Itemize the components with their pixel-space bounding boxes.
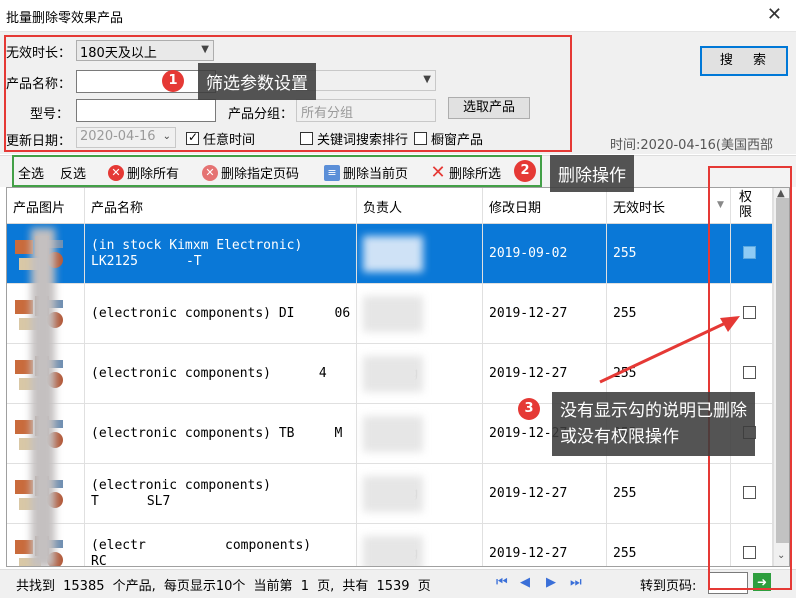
product-name-line1: (in stock Kimxm Electronic): [91, 238, 303, 253]
table-row[interactable]: (in stock Kimxm Electronic) LK2125 -T 2019-…: [7, 224, 773, 284]
permission-annotation-frame: [708, 166, 792, 590]
table-row[interactable]: (electronic components)TSL7zy g2019-12-2…: [7, 464, 773, 524]
time-text: 时间:2020-04-16(美国西部: [610, 138, 774, 153]
product-name-cell: (electr RC components): [85, 524, 357, 567]
modified-date-cell: 2019-12-27: [483, 524, 607, 566]
annotation-tip-3: 没有显示勾的说明已删除 或没有权限操作: [552, 392, 755, 456]
product-name-line2: LK2125 -T: [91, 254, 202, 269]
header-image[interactable]: 产品图片: [7, 188, 85, 224]
product-name-cell: (in stock Kimxm Electronic) LK2125 -T: [85, 224, 357, 284]
annotation-badge-3: 3: [518, 398, 540, 420]
modified-date-cell: 2019-12-27: [483, 464, 607, 524]
annotation-badge-2: 2: [514, 160, 536, 182]
redaction-blur: [363, 236, 423, 272]
product-name-cell: (electronic components) 4: [85, 344, 357, 404]
annotation-badge-1: 1: [162, 70, 184, 92]
window-title: 批量删除零效果产品: [6, 11, 124, 26]
title-bar: 批量删除零效果产品 ✕: [0, 0, 796, 32]
table-row[interactable]: (electronic components) DI06 zy2019-12-27…: [7, 284, 773, 344]
close-icon[interactable]: ✕: [767, 4, 782, 25]
owner-cell: zy g: [357, 464, 483, 524]
owner-cell: [357, 224, 483, 284]
search-button[interactable]: 搜 索: [700, 46, 788, 76]
goto-label: 转到页码:: [640, 579, 697, 594]
product-name-line1: (electronic components): [91, 478, 272, 493]
product-name-cell: (electronic components) TB M: [85, 404, 357, 464]
prev-page-icon[interactable]: ◀: [520, 575, 530, 590]
redaction-blur: [363, 296, 423, 332]
product-name-line2: RC: [91, 554, 107, 567]
owner-cell: zy g: [357, 524, 483, 566]
owner-cell: zy g: [357, 344, 483, 404]
header-owner[interactable]: 负责人: [357, 188, 483, 224]
redaction-blur: [31, 228, 55, 566]
product-name-line1: (electr: [91, 538, 146, 553]
annotation-tip-2: 删除操作: [550, 155, 634, 192]
next-page-icon[interactable]: ▶: [546, 575, 556, 590]
first-page-icon[interactable]: ⏮: [496, 575, 508, 590]
redaction-blur: [363, 356, 423, 392]
redaction-blur: [363, 416, 423, 452]
owner-cell: zy: [357, 284, 483, 344]
modified-date-cell: 2019-09-02: [483, 224, 607, 284]
modified-date-cell: 2019-12-27: [483, 284, 607, 344]
grid-header: 产品图片 产品名称 负责人 修改日期 无效时长 权限 ▼: [7, 188, 773, 224]
product-name-line1: (electronic components) TB M: [91, 426, 343, 441]
annotation-tip-1: 筛选参数设置: [198, 63, 316, 100]
product-name-line1: (electronic components) DI 06: [91, 306, 351, 321]
last-page-icon[interactable]: ⏭: [570, 575, 582, 590]
status-bar: 共找到 15385 个产品, 每页显示10个 当前第 1 页, 共有 1539 …: [0, 569, 796, 598]
pagination-info: 共找到 15385 个产品, 每页显示10个 当前第 1 页, 共有 1539 …: [16, 579, 431, 594]
redaction-blur: [363, 536, 423, 566]
product-name-cell: (electronic components) DI 06: [85, 284, 357, 344]
product-name-line1: (electronic components) 4: [91, 366, 327, 381]
header-name[interactable]: 产品名称: [85, 188, 357, 224]
product-name-line2: T SL7: [91, 494, 171, 509]
table-row[interactable]: (electrRCcomponents)zy g2019-12-27255: [7, 524, 773, 567]
header-date[interactable]: 修改日期: [483, 188, 607, 224]
owner-cell: zy: [357, 404, 483, 464]
product-grid: 产品图片 产品名称 负责人 修改日期 无效时长 权限 ▼ (in stock K…: [6, 187, 790, 567]
product-name-cell: (electronic components) T SL7: [85, 464, 357, 524]
toolbar-annotation-frame: [12, 155, 542, 187]
redaction-blur: [363, 476, 423, 512]
